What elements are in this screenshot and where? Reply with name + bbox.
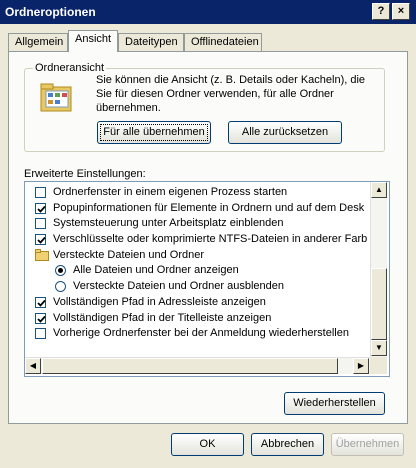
setting-label: Alle Dateien und Ordner anzeigen (73, 264, 239, 277)
advanced-settings-list[interactable]: Ordnerfenster in einem eigenen Prozess s… (24, 181, 390, 377)
scroll-right-arrow-icon[interactable]: ▶ (353, 358, 369, 374)
checkbox-icon[interactable] (35, 328, 46, 340)
setting-row[interactable]: Versteckte Dateien und Ordner (25, 248, 370, 264)
setting-row[interactable]: Versteckte Dateien und Ordner ausblenden (25, 279, 370, 295)
setting-label: Vorherige Ordnerfenster bei der Anmeldun… (53, 327, 349, 340)
reset-all-button[interactable]: Alle zurücksetzen (228, 121, 342, 144)
checkbox-checked-icon[interactable] (35, 312, 46, 324)
horizontal-scrollbar[interactable]: ◀ ▶ (25, 357, 370, 374)
advanced-settings-label: Erweiterte Einstellungen: (24, 168, 146, 180)
radio-icon[interactable] (55, 281, 66, 293)
folder-icon (35, 248, 49, 261)
checkbox-checked-icon[interactable] (35, 234, 46, 246)
restore-defaults-button[interactable]: Wiederherstellen (284, 392, 385, 415)
scroll-up-arrow-icon[interactable]: ▲ (371, 182, 387, 198)
setting-label: Vollständigen Pfad in der Titelleiste an… (53, 311, 272, 324)
scroll-left-arrow-icon[interactable]: ◀ (25, 358, 41, 374)
horizontal-scroll-thumb[interactable] (42, 358, 338, 374)
scroll-down-arrow-icon[interactable]: ▼ (371, 340, 387, 356)
setting-row[interactable]: Vorherige Ordnerfenster bei der Anmeldun… (25, 326, 370, 342)
setting-label: Systemsteuerung unter Arbeitsplatz einbl… (53, 217, 284, 230)
setting-row[interactable]: Ordnerfenster in einem eigenen Prozess s… (25, 185, 370, 201)
setting-row[interactable]: Vollständigen Pfad in der Titelleiste an… (25, 311, 370, 327)
radio-selected-icon[interactable] (55, 265, 66, 277)
checkbox-checked-icon[interactable] (35, 296, 46, 308)
title-bar: Ordneroptionen ? × (0, 0, 416, 24)
setting-label: Ordnerfenster in einem eigenen Prozess s… (53, 186, 288, 198)
checkbox-icon[interactable] (35, 218, 46, 230)
apply-button[interactable]: Übernehmen (331, 433, 404, 456)
close-button[interactable]: × (392, 3, 410, 20)
setting-label: Vollständigen Pfad in Adressleiste anzei… (53, 295, 266, 308)
setting-row[interactable]: Popupinformationen für Elemente in Ordne… (25, 201, 370, 217)
setting-row[interactable]: Systemsteuerung unter Arbeitsplatz einbl… (25, 216, 370, 232)
vertical-scrollbar[interactable]: ▲ ▼ (370, 182, 387, 357)
cancel-button[interactable]: Abbrechen (251, 433, 324, 456)
setting-label: Verschlüsselte oder komprimierte NTFS-Da… (53, 233, 368, 246)
advanced-settings-items: Ordnerfenster in einem eigenen Prozess s… (25, 182, 370, 357)
tab-ansicht[interactable]: Ansicht (68, 30, 118, 52)
setting-label: Versteckte Dateien und Ordner (53, 248, 205, 261)
vertical-scroll-thumb[interactable] (371, 268, 387, 340)
scroll-corner (370, 357, 387, 374)
checkbox-checked-icon[interactable] (35, 202, 46, 214)
setting-label: Versteckte Dateien und Ordner ausblenden (73, 280, 284, 293)
tab-dateitypen[interactable]: Dateitypen (118, 33, 184, 52)
folder-view-description: Sie können die Ansicht (z. B. Details od… (96, 74, 366, 114)
help-button[interactable]: ? (372, 3, 390, 20)
setting-row[interactable]: Vollständigen Pfad in Adressleiste anzei… (25, 295, 370, 311)
setting-row[interactable]: Verschlüsselte oder komprimierte NTFS-Da… (25, 232, 370, 248)
setting-row[interactable]: Alle Dateien und Ordner anzeigen (25, 263, 370, 279)
checkbox-icon[interactable] (35, 187, 46, 198)
window-title: Ordneroptionen (5, 5, 96, 19)
setting-label: Popupinformationen für Elemente in Ordne… (53, 201, 365, 214)
folder-view-icon (40, 83, 72, 112)
tab-allgemein[interactable]: Allgemein (8, 33, 68, 52)
apply-all-button[interactable]: Für alle übernehmen (97, 121, 211, 144)
tab-offlinedateien[interactable]: Offlinedateien (184, 33, 262, 52)
ok-button[interactable]: OK (171, 433, 244, 456)
